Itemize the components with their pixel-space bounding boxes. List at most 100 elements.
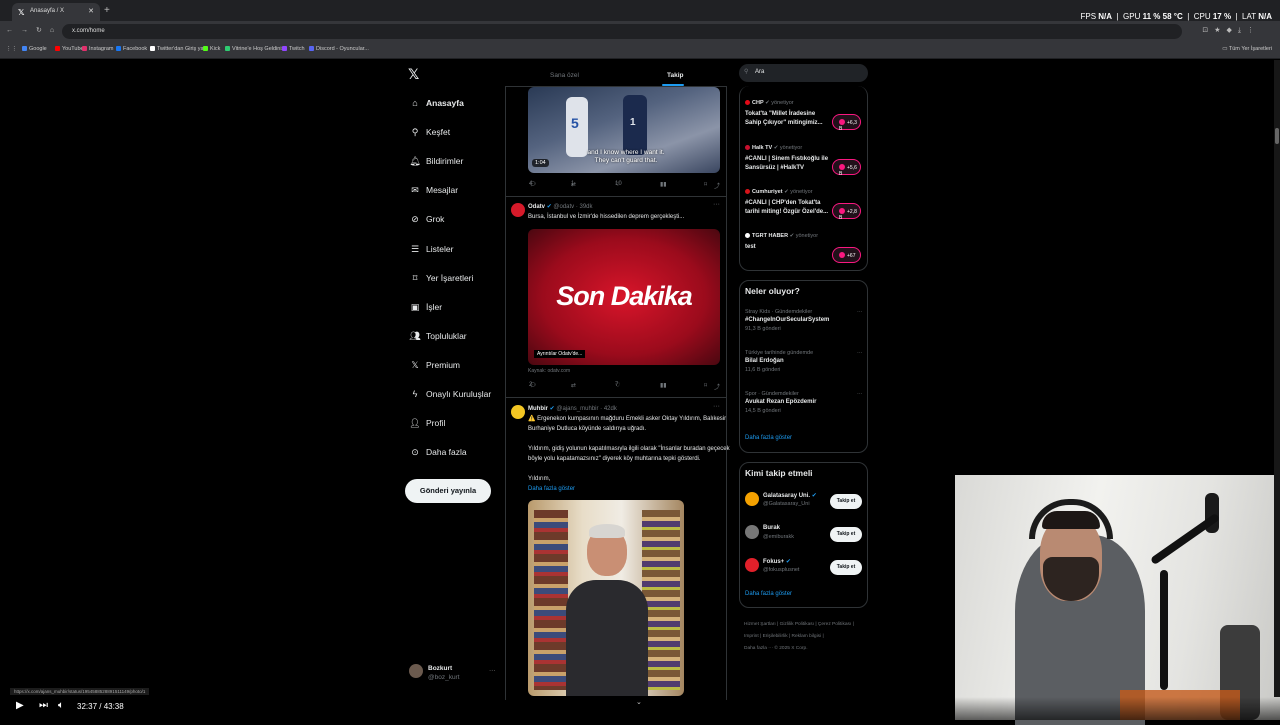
views-icon[interactable]: ▮▮ <box>660 181 667 188</box>
all-bookmarks-button[interactable]: ▭ Tüm Yer İşaretleri <box>1222 46 1272 52</box>
share-icon[interactable]: ⤴ <box>714 382 720 391</box>
live-space[interactable]: Halk TV ✔ yönetiyor #CANLI | Sinem Fıstık… <box>745 145 828 171</box>
bookmark-item[interactable]: Discord - Oyuncular... <box>309 46 369 52</box>
tweet-photo[interactable] <box>528 500 684 696</box>
page-scrollbar[interactable] <box>1274 60 1280 697</box>
chevron-down-icon[interactable]: ⌄ <box>636 698 642 706</box>
live-space[interactable]: CHP ✔ yönetiyor Tokat'ta "Millet İradesin… <box>745 100 823 126</box>
bookmark-item[interactable]: Vitrine'e Hoş Geldiniz <box>225 46 284 52</box>
reload-icon[interactable]: ↻ <box>36 27 50 34</box>
url-field[interactable]: x.com/home <box>62 24 1182 39</box>
bookmark-item[interactable]: Instagram <box>82 46 113 52</box>
link-source[interactable]: Kaynak: odatv.com <box>528 366 570 376</box>
tweet-image[interactable]: Son Dakika Ayrıntılar Odatv'de... <box>528 229 720 365</box>
listener-count-pill[interactable]: +6,3 B <box>832 114 861 132</box>
follow-button[interactable]: Takip et <box>830 494 862 509</box>
nav-item-6[interactable]: ⌑ Yer İşaretleri <box>409 273 474 284</box>
bookmark-icon[interactable]: ⌑ <box>704 382 707 389</box>
browser-nav-buttons[interactable]: ←→↻⌂ <box>6 26 62 34</box>
footer-line[interactable]: Hizmet Şartları | Gizlilik Politikası | … <box>744 619 868 631</box>
extensions-icon[interactable]: ◆ <box>1227 27 1238 34</box>
bookmark-item[interactable]: Facebook <box>116 46 147 52</box>
more-dots-icon[interactable]: ··· <box>857 391 863 397</box>
next-icon[interactable]: ⏭ <box>39 700 48 711</box>
tab-following[interactable]: Takip <box>667 72 684 79</box>
player-white-jersey: 5 <box>566 97 588 157</box>
more-dots-icon[interactable]: ··· <box>857 350 863 356</box>
forward-icon[interactable]: → <box>21 27 36 34</box>
space-title-line: Sahip Çıkıyor" mitingimiz... <box>745 120 823 126</box>
bookmark-item[interactable]: Twitch <box>282 46 305 52</box>
bookmark-icon[interactable]: ⌑ <box>704 181 707 188</box>
views-icon[interactable]: ▮▮ <box>660 382 667 389</box>
who-show-more[interactable]: Daha fazla göster <box>745 591 792 597</box>
nav-item-7[interactable]: ▣ İşler <box>409 302 442 313</box>
install-icon[interactable]: ⊡ <box>1202 27 1214 34</box>
nav-item-12[interactable]: ⊙ Daha fazla <box>409 447 466 458</box>
trends-show-more[interactable]: Daha fazla göster <box>745 435 792 441</box>
trend-item[interactable]: Spor · Gündemdekiler Avukat Rezan Epözdem… <box>745 391 863 414</box>
scrollbar-thumb[interactable] <box>1275 128 1279 144</box>
more-dots-icon[interactable]: ··· <box>857 309 863 315</box>
live-space[interactable]: TGRT HABER ✔ yönetiyor test <box>745 233 818 250</box>
bookmark-item[interactable]: Kick <box>203 46 220 52</box>
browser-tab[interactable]: 𝕏 Anasayfa / X ✕ <box>12 3 100 21</box>
footer-links[interactable]: Hizmet Şartları | Gizlilik Politikası | … <box>744 619 868 655</box>
bookmark-item[interactable]: YouTube <box>55 46 84 52</box>
search-input[interactable]: ⚲ Ara <box>739 64 868 82</box>
listener-count-pill[interactable]: +2,8 B <box>832 203 861 221</box>
more-dots-icon[interactable]: ··· <box>713 201 720 208</box>
all-bookmarks-label: Tüm Yer İşaretleri <box>1228 46 1272 52</box>
post-button[interactable]: Gönderi yayınla <box>405 479 491 503</box>
nav-item-9[interactable]: 𝕏 Premium <box>409 360 460 371</box>
star-icon[interactable]: ★ <box>1214 27 1226 34</box>
trend-item[interactable]: Stray Kids · Gündemdekiler #ChangeInOurSe… <box>745 309 863 332</box>
back-icon[interactable]: ← <box>6 27 21 34</box>
bookmark-item[interactable]: Twitter'dan Giriş yap <box>150 46 207 52</box>
nav-item-0[interactable]: ⌂ Anasayfa <box>409 98 464 108</box>
tweet-author[interactable]: Muhbir ✔ @ajans_muhbir · 42dk <box>528 405 617 412</box>
more-dots-icon[interactable]: ··· <box>713 403 720 410</box>
close-tab-icon[interactable]: ✕ <box>88 7 94 15</box>
tweet-author[interactable]: Odatv ✔ @odatv · 39dk <box>528 203 593 210</box>
more-dots-icon[interactable]: ··· <box>489 667 496 674</box>
new-tab-button[interactable]: + <box>104 5 110 16</box>
follow-button[interactable]: Takip et <box>830 560 862 575</box>
download-icon[interactable]: ⤓ <box>1238 27 1247 34</box>
follow-button[interactable]: Takip et <box>830 527 862 542</box>
live-space[interactable]: Cumhuriyet ✔ yönetiyor #CANLI | CHP'den T… <box>745 189 828 215</box>
nav-item-2[interactable]: 🔔︎ Bildirimler <box>409 156 463 167</box>
search-icon: ⚲ <box>411 127 419 138</box>
avatar[interactable] <box>511 203 525 217</box>
nav-item-11[interactable]: 👤︎ Profil <box>409 418 445 429</box>
play-icon[interactable]: ▶ <box>16 700 24 711</box>
tab-for-you[interactable]: Sana özel <box>550 72 579 79</box>
volume-icon[interactable]: 🔈︎ <box>58 700 64 711</box>
trend-item[interactable]: Türkiye tarihinde gündemde Bilal Erdoğan 1… <box>745 350 863 373</box>
nav-item-10[interactable]: ϟ Onaylı Kuruluşlar <box>409 389 492 399</box>
nav-item-8[interactable]: 👥︎ Topluluklar <box>409 331 466 342</box>
footer-line[interactable]: Daha fazla ··· © 2025 X Corp. <box>744 643 868 655</box>
apps-icon[interactable]: ⋮⋮ <box>6 46 17 52</box>
share-icon[interactable]: ⤴ <box>714 181 720 190</box>
nav-item-4[interactable]: ⊘ Grok <box>409 214 444 225</box>
bookmark-favicon-icon <box>203 46 208 51</box>
x-logo-icon[interactable]: 𝕏 <box>408 66 419 83</box>
avatar[interactable] <box>511 405 525 419</box>
home-page-icon[interactable]: ⌂ <box>50 27 62 34</box>
bookmark-favicon-icon <box>116 46 121 51</box>
nav-item-5[interactable]: ☰ Listeler <box>409 244 453 255</box>
menu-icon[interactable]: ⋮ <box>1247 27 1260 34</box>
footer-line[interactable]: Imprint | Erişilebilirlik | Reklam bilgi… <box>744 631 868 643</box>
tweet-text: Yıldırım, gidiş yolunun kapatılmasıyla i… <box>528 446 730 452</box>
show-more-link[interactable]: Daha fazla göster <box>528 484 575 494</box>
nav-item-1[interactable]: ⚲ Keşfet <box>409 127 450 138</box>
nav-item-3[interactable]: ✉ Mesajlar <box>409 185 458 196</box>
video-player[interactable]: 5 1 and I know where I want it. They can… <box>528 87 720 173</box>
listener-count-pill[interactable]: +5,6 B <box>832 159 861 177</box>
bookmark-item[interactable]: Google <box>22 46 47 52</box>
browser-toolbar-icons[interactable]: ⊡★◆⤓⋮ <box>1202 26 1260 35</box>
space-title: #CANLI | Sinem Fıstıkoğlu ile Sansürsüz |… <box>745 155 828 173</box>
listener-count-pill[interactable]: +67 <box>832 247 861 263</box>
reply-count: 2 <box>529 382 533 388</box>
